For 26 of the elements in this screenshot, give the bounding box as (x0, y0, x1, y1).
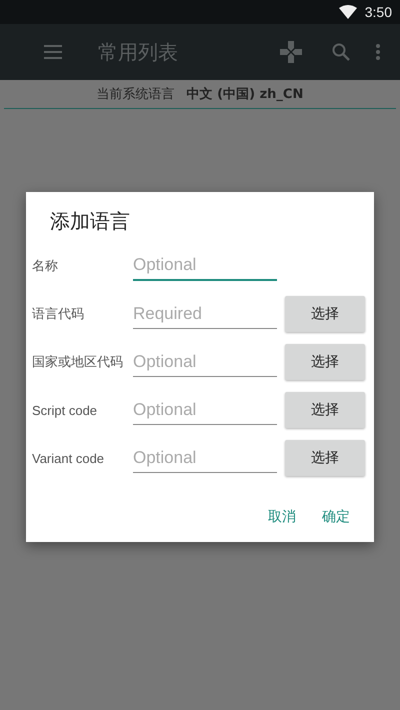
select-button[interactable]: 选择 (285, 296, 365, 332)
banner-value: 中文 (中国) zh_CN (186, 86, 304, 103)
select-button[interactable]: 选择 (285, 392, 365, 428)
menu-icon[interactable] (44, 45, 62, 59)
field-label: Script code (32, 402, 98, 418)
field-label: 名称 (32, 257, 59, 275)
select-button[interactable]: 选择 (285, 344, 365, 380)
input-field[interactable]: Optional (133, 444, 277, 472)
field-label: Variant code (32, 450, 106, 466)
gamepad-icon[interactable] (280, 41, 302, 63)
banner-label: 当前系统语言 (96, 86, 175, 103)
input-field[interactable]: Required (133, 300, 277, 328)
more-icon[interactable] (376, 44, 380, 60)
clock: 3:50 (364, 4, 392, 20)
dialog-button[interactable]: 确定 (314, 502, 358, 532)
input-field[interactable]: Optional (133, 251, 277, 281)
input-field[interactable]: Optional (133, 396, 277, 424)
wifi-icon (338, 5, 357, 19)
select-button[interactable]: 选择 (285, 440, 365, 476)
input-field[interactable]: Optional (133, 348, 277, 376)
field-label: 国家或地区代码 (32, 353, 124, 371)
dialog-button[interactable]: 取消 (260, 502, 304, 532)
search-icon[interactable] (332, 43, 350, 61)
dialog-title: 添加语言 (50, 208, 131, 235)
field-label: 语言代码 (32, 305, 85, 323)
app-title: 常用列表 (98, 38, 179, 66)
